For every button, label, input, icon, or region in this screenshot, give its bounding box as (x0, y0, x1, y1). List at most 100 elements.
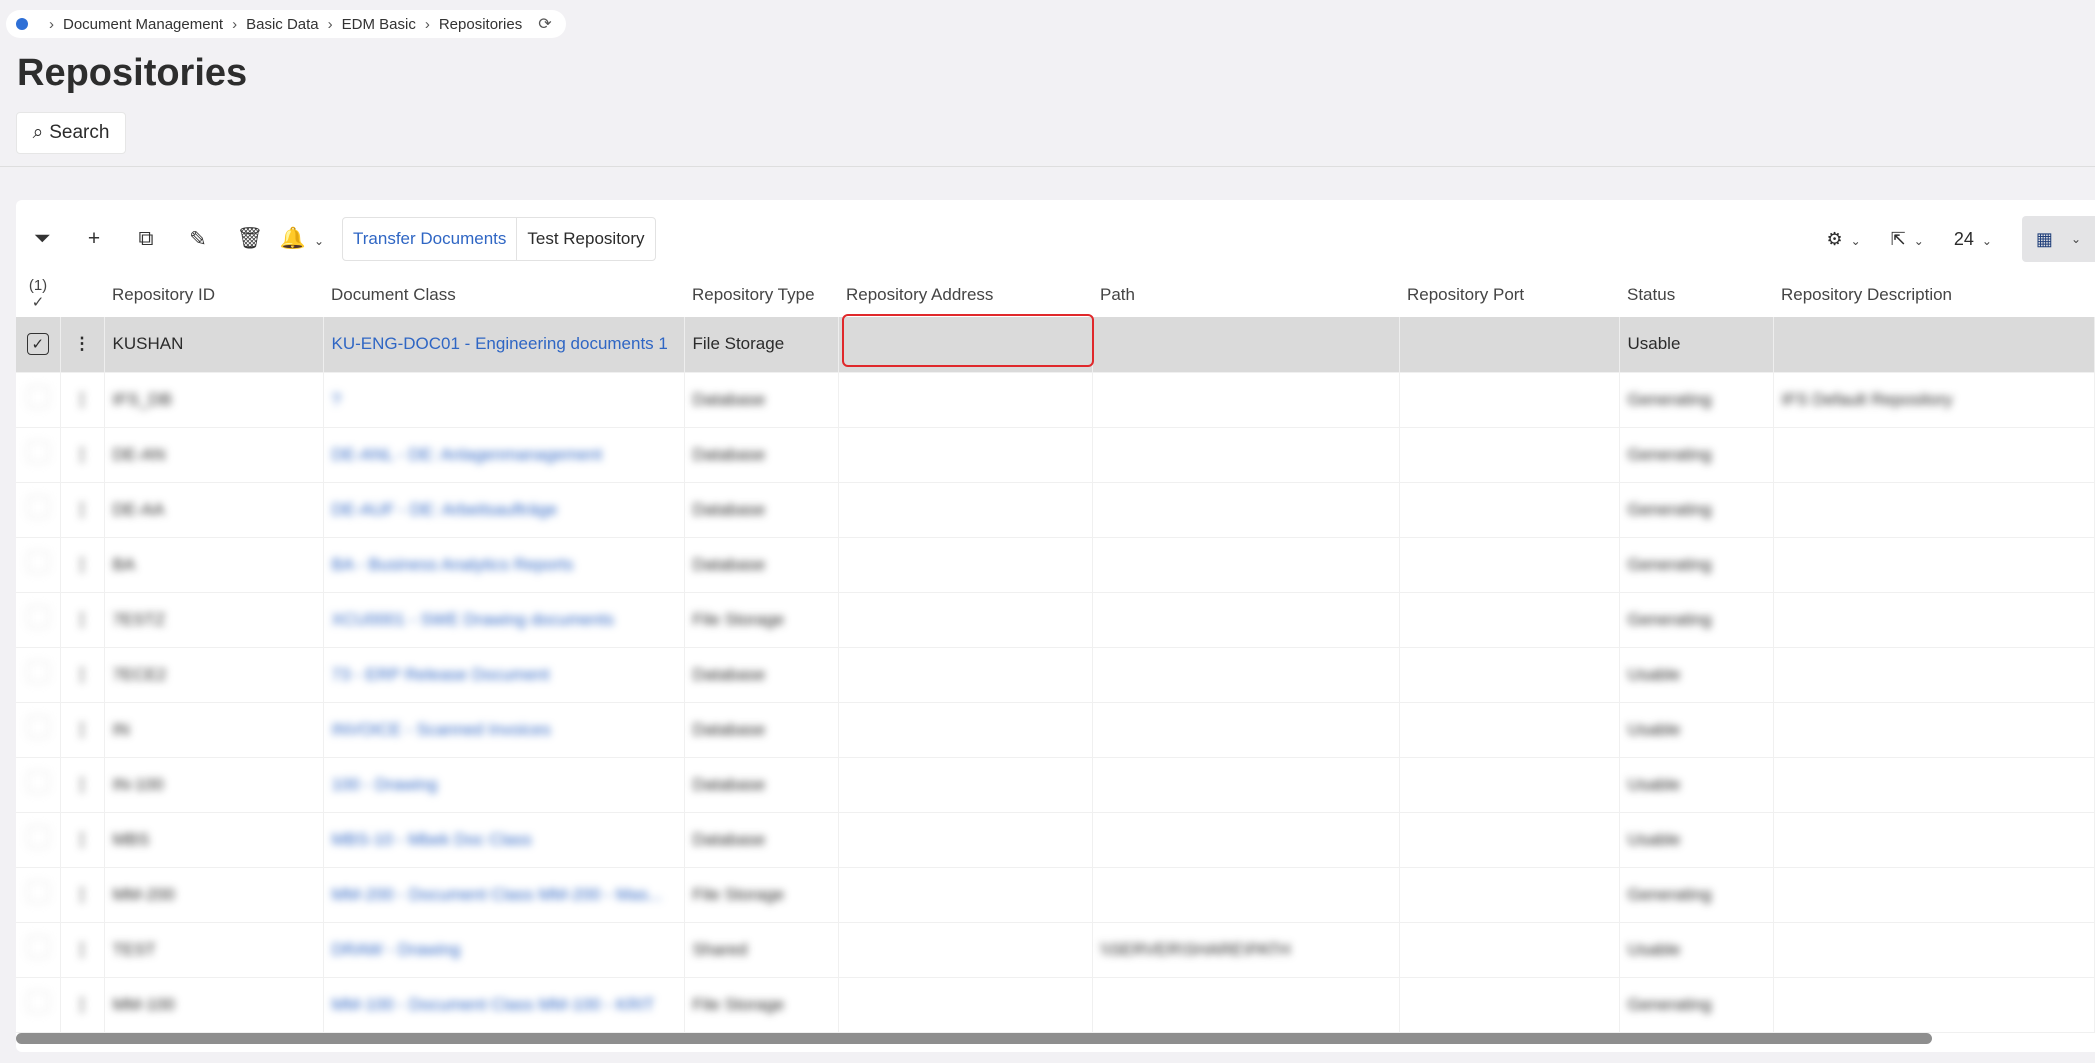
cell-document-class[interactable]: BA - Business Analytics Reports (323, 537, 685, 593)
row-checkbox[interactable] (26, 716, 49, 738)
cell-document-class[interactable]: INVOICE - Scanned Invoices (323, 702, 685, 758)
row-checkbox[interactable] (26, 606, 49, 628)
cell-status: Generating (1619, 977, 1774, 1033)
column-header-path[interactable]: Path (1092, 272, 1399, 317)
horizontal-scrollbar[interactable] (16, 1033, 1932, 1044)
row-menu-icon[interactable]: ⋮ (60, 372, 105, 428)
row-checkbox[interactable] (26, 551, 49, 573)
edit-icon[interactable]: ✎ (172, 227, 224, 252)
cell-repository-id: IFS_DB (104, 372, 324, 428)
cell-document-class[interactable]: 100 - Drawing (323, 757, 685, 813)
table-grid-icon: ▦ (2035, 228, 2053, 249)
row-checkbox[interactable] (26, 936, 49, 958)
row-menu-icon[interactable]: ⋮ (60, 317, 105, 373)
row-menu-icon[interactable]: ⋮ (60, 592, 105, 648)
cell-document-class[interactable]: MM-100 - Document Class MM-100 - KRIT (323, 977, 685, 1033)
duplicate-icon[interactable]: ⧉ (120, 227, 172, 251)
chevron-right-icon: › (424, 15, 430, 33)
column-header-repository-port[interactable]: Repository Port (1399, 272, 1619, 317)
test-repository-button[interactable]: Test Repository (516, 218, 654, 260)
column-header-repository-id[interactable]: Repository ID (104, 272, 323, 317)
table-row[interactable]: ⋮ TEST DRAW - Drawing Shared \\SERVER\SHARE\… (16, 922, 2095, 978)
cell-repository-id: MM-200 (104, 867, 324, 923)
cell-document-class[interactable]: MM-200 - Document Class MM-200 - Mas... (323, 867, 685, 923)
refresh-icon[interactable]: ⟳ (538, 14, 551, 34)
column-header-status[interactable]: Status (1619, 272, 1773, 317)
cell-status: Usable (1619, 757, 1774, 813)
cell-document-class[interactable]: ? (323, 372, 685, 428)
add-icon[interactable]: + (68, 227, 120, 251)
cell-repository-type: Database (684, 482, 839, 538)
transfer-documents-button[interactable]: Transfer Documents (343, 218, 516, 260)
row-menu-icon[interactable]: ⋮ (60, 482, 105, 538)
row-menu-icon[interactable]: ⋮ (60, 702, 105, 758)
cell-status: Usable (1619, 317, 1774, 373)
row-checkbox[interactable] (26, 991, 49, 1013)
notification-bell-icon[interactable]: 🔔 ⌄ (276, 227, 328, 251)
column-header-repository-description[interactable]: Repository Description (1773, 272, 2095, 317)
cell-document-class[interactable]: 73 - ERP Release Document (323, 647, 685, 703)
cell-repository-type: File Storage (684, 592, 839, 648)
page-size-select[interactable]: 24 ⌄ (1954, 229, 1992, 250)
row-menu-icon[interactable]: ⋮ (60, 867, 105, 923)
cell-repository-port (1399, 922, 1620, 978)
row-menu-icon[interactable]: ⋮ (60, 647, 105, 703)
table-row[interactable]: ⋮ MBS MBS-10 - Mbek Doc Class Database Usabl… (16, 812, 2095, 868)
row-checkbox[interactable]: ✓ (26, 333, 49, 356)
cell-repository-id: BA (104, 537, 324, 593)
table-row[interactable]: ⋮ DE-AA DE-AUF - DE: Arbeitsaufträge Databa… (16, 482, 2095, 538)
settings-gear-icon[interactable]: ⚙ ⌄ (1826, 229, 1860, 250)
cell-repository-address (838, 427, 1093, 483)
row-checkbox[interactable] (26, 881, 49, 903)
row-menu-icon[interactable]: ⋮ (60, 537, 105, 593)
table-row[interactable]: ⋮ 7ECE2 73 - ERP Release Document Database U… (16, 647, 2095, 703)
row-menu-icon[interactable]: ⋮ (60, 812, 105, 868)
table-row[interactable]: ⋮ 7ESTZ XCU0001 - SWE Drawing documents Fil… (16, 592, 2095, 648)
row-checkbox[interactable] (26, 771, 49, 793)
column-header-document-class[interactable]: Document Class (323, 272, 684, 317)
column-header-repository-address[interactable]: Repository Address (838, 272, 1092, 317)
cell-path: \\SERVER\SHARE\PATH (1092, 922, 1400, 978)
table-view-toggle[interactable]: ▦ ⌄ (2021, 216, 2095, 262)
search-button[interactable]: ⌕ Search (16, 112, 126, 154)
row-menu-icon[interactable]: ⋮ (60, 977, 105, 1033)
table-row[interactable]: ⋮ IFS_DB? Database Generating IFS Default Re… (16, 372, 2095, 428)
table-row[interactable]: ⋮ IN INVOICE - Scanned Invoices Database Usa… (16, 702, 2095, 758)
row-menu-icon[interactable]: ⋮ (60, 757, 105, 813)
table-row[interactable]: ⋮ IN-100 100 - Drawing Database Usable (16, 757, 2095, 813)
row-checkbox[interactable] (26, 386, 49, 408)
row-checkbox[interactable] (26, 441, 49, 463)
breadcrumb-edm-basic[interactable]: EDM Basic (342, 16, 416, 33)
table-row[interactable]: ⋮ MM-200 MM-200 - Document Class MM-200 - … (16, 867, 2095, 923)
cell-document-class[interactable]: MBS-10 - Mbek Doc Class (323, 812, 685, 868)
row-checkbox[interactable] (26, 496, 49, 518)
table-row[interactable]: ⋮ DE-AN DE-ANL - DE: Anlagenmanagement Data… (16, 427, 2095, 483)
row-checkbox[interactable] (26, 661, 49, 683)
row-menu-icon[interactable]: ⋮ (60, 922, 105, 978)
cell-document-class[interactable]: DE-AUF - DE: Arbeitsaufträge (323, 482, 685, 538)
cell-repository-description (1773, 977, 2095, 1033)
export-icon[interactable]: ⇱ ⌄ (1891, 229, 1924, 250)
row-checkbox[interactable] (26, 826, 49, 848)
column-header-repository-type[interactable]: Repository Type (684, 272, 838, 317)
filter-icon[interactable]: ⏷ (16, 227, 68, 251)
table-row[interactable]: ⋮ MM-100 MM-100 - Document Class MM-100 - … (16, 977, 2095, 1033)
cell-repository-address (838, 702, 1093, 758)
selection-count[interactable]: (1) ✓ (16, 272, 60, 317)
cell-document-class[interactable]: XCU0001 - SWE Drawing documents (323, 592, 685, 648)
delete-icon[interactable]: 🗑 (224, 227, 276, 251)
breadcrumb-document-management[interactable]: Document Management (63, 16, 223, 33)
cell-repository-port (1399, 647, 1620, 703)
home-icon[interactable] (16, 18, 28, 30)
breadcrumb-basic-data[interactable]: Basic Data (246, 16, 319, 33)
cell-repository-id: IN (104, 702, 324, 758)
cell-document-class[interactable]: DRAW - Drawing (323, 922, 685, 978)
cell-document-class[interactable]: KU-ENG-DOC01 - Engineering documents 1 (323, 317, 685, 373)
cell-repository-id: 7ECE2 (104, 647, 324, 703)
cell-repository-port (1399, 372, 1620, 428)
cell-repository-address (838, 922, 1093, 978)
table-row[interactable]: ⋮ BA BA - Business Analytics Reports Databa… (16, 537, 2095, 593)
row-menu-icon[interactable]: ⋮ (60, 427, 105, 483)
cell-document-class[interactable]: DE-ANL - DE: Anlagenmanagement (323, 427, 685, 483)
cell-repository-type: Database (684, 702, 839, 758)
